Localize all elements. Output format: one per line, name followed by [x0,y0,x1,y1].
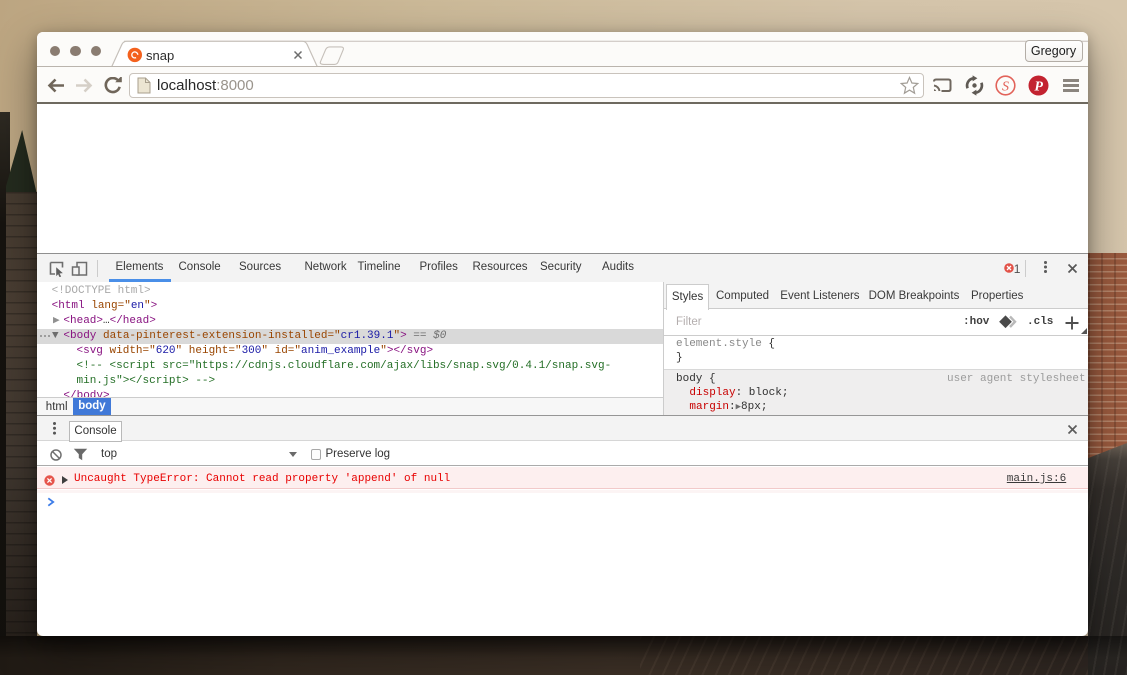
svg-text:S: S [1002,79,1009,94]
svg-text:P: P [1034,80,1043,95]
